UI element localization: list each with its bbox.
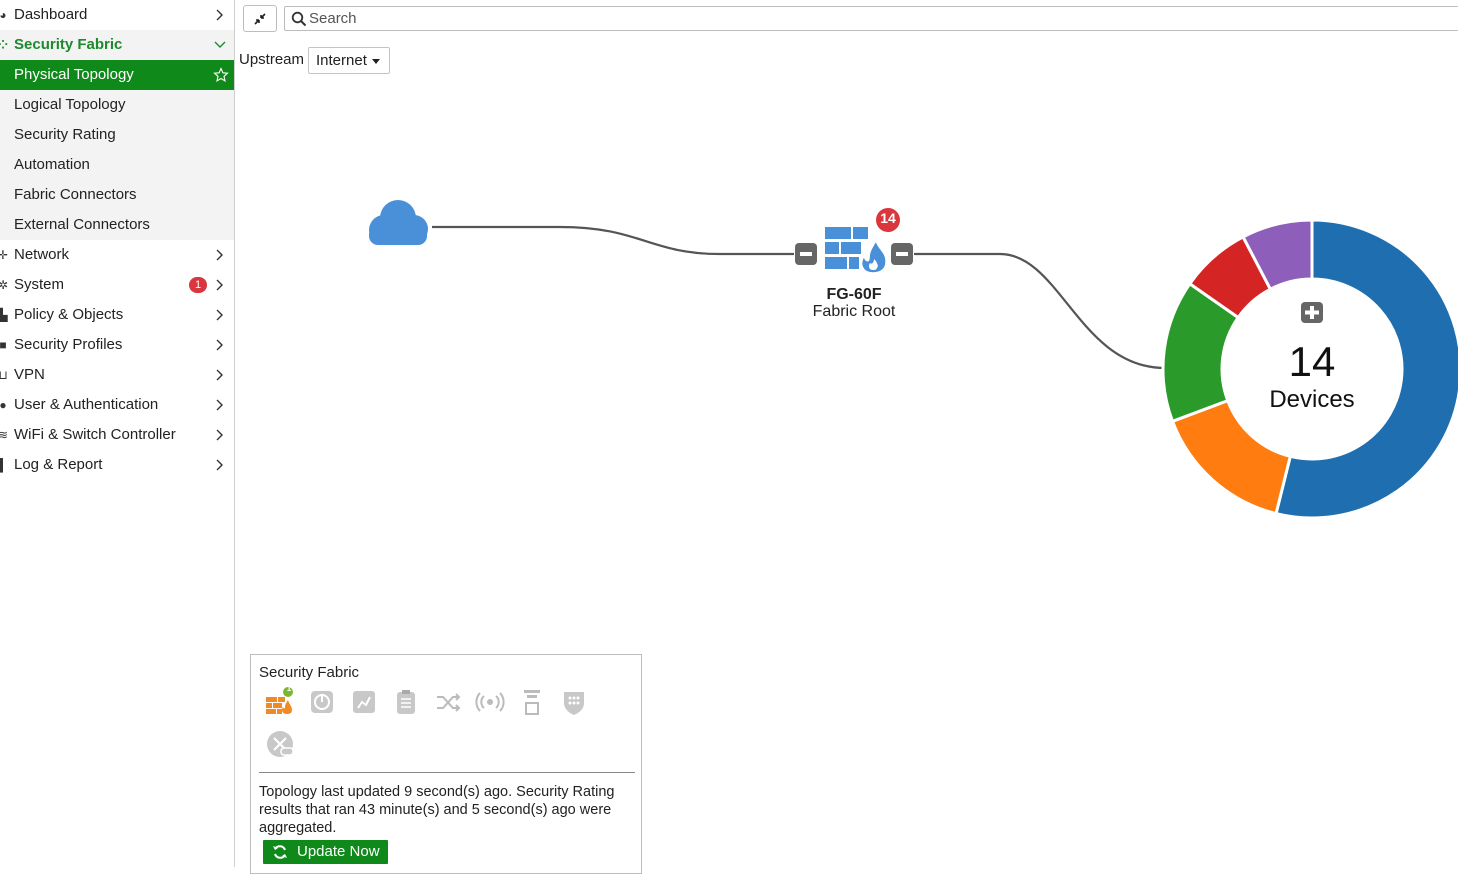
fortigate-firewall-icon[interactable]	[825, 227, 887, 274]
topology-update-message: Topology last updated 9 second(s) ago. S…	[259, 784, 615, 836]
topology-canvas	[369, 200, 1458, 520]
extender-icon[interactable]	[517, 687, 547, 717]
expand-toggle-icon[interactable]	[1301, 302, 1323, 323]
analytics-icon[interactable]	[307, 687, 337, 717]
manager-icon[interactable]	[349, 687, 379, 717]
collapse-toggle-icon[interactable]	[891, 243, 913, 265]
switch-shuffle-icon[interactable]	[433, 687, 463, 717]
panel-divider	[259, 772, 635, 773]
refresh-icon	[273, 845, 287, 859]
connection-line	[432, 225, 794, 256]
internet-cloud-icon[interactable]	[369, 200, 428, 245]
donut-device-count: 14	[1288, 338, 1336, 385]
collapse-toggle-icon[interactable]	[795, 243, 817, 265]
access-point-icon[interactable]	[475, 687, 505, 717]
sandbox-icon[interactable]	[265, 729, 295, 759]
panel-title: Security Fabric	[259, 664, 360, 681]
security-fabric-panel: Security Fabric 1 Topology last updated …	[250, 654, 642, 874]
update-now-button[interactable]: Update Now	[263, 840, 388, 864]
donut-device-label: Devices	[1269, 386, 1355, 413]
device-name: FG-60F	[826, 286, 882, 303]
fabric-icon-badge: 1	[286, 684, 292, 693]
device-role: Fabric Root	[812, 303, 896, 320]
update-now-label: Update Now	[297, 843, 380, 860]
connection-line	[914, 252, 1166, 370]
device-count-badge-text: 14	[880, 210, 896, 226]
clipboard-icon[interactable]	[391, 687, 421, 717]
donut-segment[interactable]	[1170, 398, 1293, 516]
shield-icon[interactable]	[559, 687, 589, 717]
